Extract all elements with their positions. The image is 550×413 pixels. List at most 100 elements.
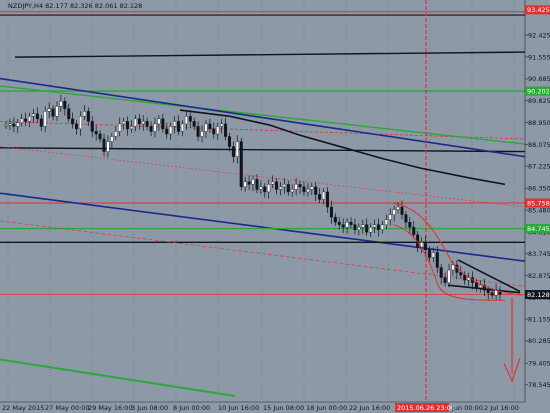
- x-tick-label-0: 22 May 2015: [2, 404, 44, 412]
- candle-body-77: [306, 189, 310, 193]
- price-tag-label-1: 90.202: [527, 87, 550, 95]
- candle-body-34: [137, 118, 141, 125]
- candle-body-15: [63, 101, 67, 109]
- candle-body-90: [357, 226, 361, 230]
- y-tick-label-6: 88.075: [528, 141, 550, 149]
- chart-background: [0, 0, 550, 413]
- candle-body-42: [169, 126, 173, 135]
- candle-body-95: [376, 224, 380, 230]
- x-tick-label-3: 3 Jun 08:00: [131, 404, 168, 412]
- price-chart[interactable]: 93.425 92.425 91.555 90.685 89.825 88.950 88.0…: [0, 0, 550, 413]
- candle-body-88: [349, 221, 353, 225]
- candle-body-9: [39, 118, 43, 127]
- candle-body-103: [408, 221, 412, 228]
- y-tick-label-3: 90.685: [528, 75, 550, 83]
- candle-body-74: [294, 184, 298, 190]
- candle-body-36: [145, 121, 149, 127]
- candle-body-96: [380, 224, 384, 230]
- candle-body-120: [474, 282, 478, 288]
- candle-body-3: [16, 122, 20, 127]
- candle-body-78: [310, 186, 314, 190]
- x-tick-label-1: 27 May 00:00: [45, 404, 90, 412]
- candle-body-116: [459, 272, 463, 276]
- candle-body-114: [451, 264, 455, 271]
- candle-body-98: [388, 214, 392, 220]
- candle-body-58: [231, 146, 235, 157]
- candle-body-92: [365, 224, 369, 233]
- y-tick-label-9: 85.480: [528, 206, 550, 214]
- candle-body-67: [267, 184, 271, 193]
- candle-body-84: [333, 216, 337, 223]
- y-tick-label-15: 80.285: [528, 337, 550, 345]
- candle-body-28: [114, 131, 118, 137]
- candle-body-62: [247, 181, 251, 185]
- candle-body-56: [224, 123, 228, 137]
- candle-body-83: [329, 206, 333, 218]
- candle-body-37: [149, 126, 153, 132]
- candle-body-99: [392, 209, 396, 215]
- candle-body-101: [400, 206, 404, 215]
- candle-body-47: [188, 116, 192, 122]
- y-tick-label-11: 83.745: [528, 250, 550, 258]
- candle-body-20: [82, 111, 86, 117]
- time-marker-label: 2015.06.26 23:00: [397, 404, 455, 412]
- y-tick-label-1: 92.425: [528, 31, 550, 39]
- candle-body-11: [47, 108, 51, 112]
- candle-body-46: [184, 116, 188, 125]
- candle-body-7: [31, 113, 35, 117]
- candle-body-82: [325, 191, 329, 208]
- candle-body-23: [94, 131, 98, 135]
- candle-body-41: [165, 128, 169, 135]
- candle-body-40: [161, 118, 165, 130]
- candle-body-22: [90, 121, 94, 132]
- candle-body-86: [341, 224, 345, 228]
- x-tick-label-8: 22 Jun 16:00: [349, 404, 390, 412]
- candle-body-76: [302, 186, 306, 193]
- price-tag-label-4: 82.128: [527, 291, 550, 299]
- candle-body-80: [318, 194, 322, 200]
- y-tick-label-17: 78.545: [528, 381, 550, 389]
- candle-body-1: [8, 123, 12, 126]
- candle-body-27: [110, 136, 114, 142]
- candle-body-50: [200, 131, 204, 137]
- candle-body-69: [275, 181, 279, 190]
- candle-body-6: [28, 116, 32, 122]
- price-tag-label-3: 84.745: [527, 225, 550, 233]
- candle-body-43: [173, 121, 177, 127]
- candle-body-8: [35, 113, 39, 120]
- candle-body-48: [192, 121, 196, 127]
- candle-body-112: [443, 277, 447, 283]
- candle-body-100: [396, 206, 400, 210]
- candle-body-102: [404, 214, 408, 223]
- candle-body-64: [255, 179, 259, 190]
- x-tick-label-7: 18 Jun 00:00: [306, 404, 347, 412]
- candle-body-71: [282, 184, 286, 188]
- x-tick-label-2: 29 May 16:00: [88, 404, 133, 412]
- candle-body-68: [271, 181, 275, 185]
- x-tick-label-10: Jun 00:00: [451, 404, 483, 412]
- candle-body-123: [486, 289, 490, 293]
- candle-body-33: [133, 118, 137, 127]
- candle-body-75: [298, 184, 302, 188]
- candle-body-72: [286, 184, 290, 193]
- candle-body-73: [290, 189, 294, 193]
- candle-body-25: [102, 138, 106, 152]
- candle-body-5: [24, 118, 28, 122]
- x-tick-label-6: 15 Jun 08:00: [263, 404, 304, 412]
- candle-body-89: [353, 224, 357, 230]
- candle-body-63: [251, 179, 255, 185]
- candle-body-24: [98, 133, 102, 140]
- candle-body-94: [373, 224, 377, 228]
- candle-body-91: [361, 224, 365, 228]
- candle-body-81: [322, 191, 326, 200]
- candle-body-93: [369, 226, 373, 233]
- x-tick-label-4: 8 Jun 00:00: [173, 404, 210, 412]
- candle-body-113: [447, 269, 451, 283]
- candle-body-19: [78, 116, 82, 130]
- y-tick-label-4: 89.825: [528, 97, 550, 105]
- candle-body-65: [259, 186, 263, 190]
- candle-body-121: [478, 284, 482, 288]
- candle-body-18: [75, 123, 79, 130]
- candle-body-55: [220, 123, 224, 127]
- y-tick-label-2: 91.555: [528, 53, 550, 61]
